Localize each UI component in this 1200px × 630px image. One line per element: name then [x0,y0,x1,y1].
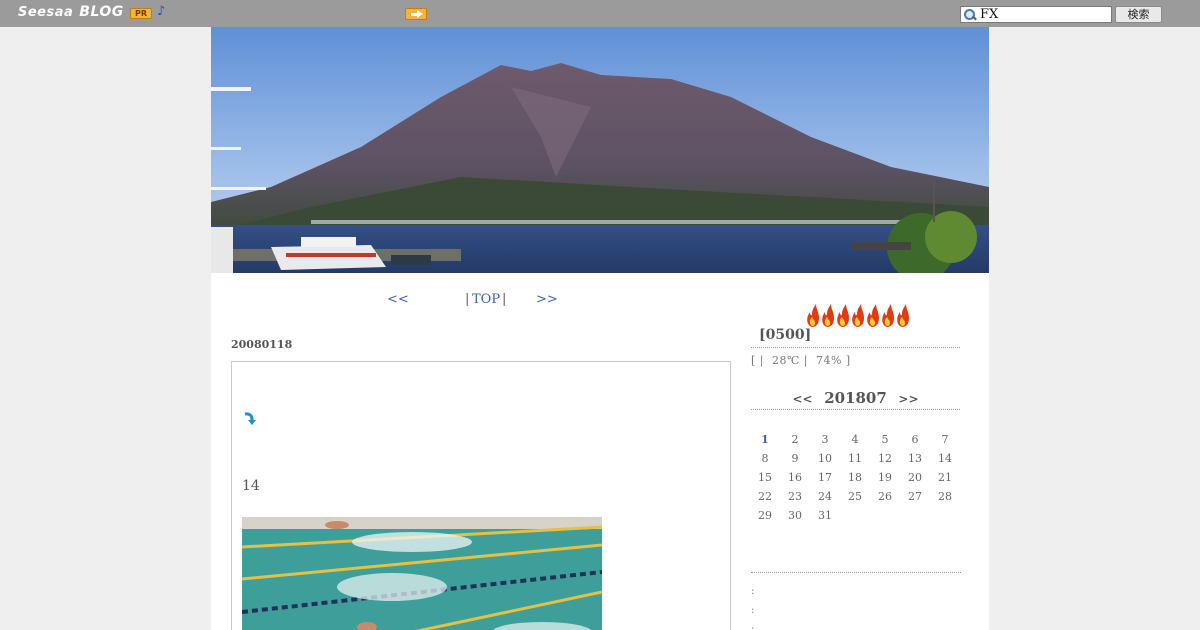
calendar-day: 26 [878,490,892,503]
next-link[interactable]: >> [536,292,558,307]
search-input[interactable] [978,7,1110,22]
logo-sub: BLOG [79,4,124,20]
sidebar-list-item[interactable]: : [751,582,754,601]
calendar-day: 15 [758,471,772,484]
sidebar-list-item[interactable]: : [751,601,754,620]
calendar-grid: 1 2 3 4 5 6 7 8 9 10 11 12 13 14 15 16 1… [750,430,960,525]
calendar-day: 23 [788,490,802,503]
top-link[interactable]: TOP [472,292,500,307]
calendar-week: 22 23 24 25 26 27 28 [750,487,960,506]
calendar-day: 25 [848,490,862,503]
curved-arrow-icon [244,412,256,425]
calendar-day: 18 [848,471,862,484]
calendar-next-link[interactable]: >> [898,392,918,406]
swimming-pool-photo [242,517,602,630]
calendar-day[interactable]: 1 [750,430,780,449]
calendar-day: 19 [878,471,892,484]
calendar-day: 13 [908,452,922,465]
calendar-day: 24 [818,490,832,503]
logo-text: Seesaa [18,5,74,20]
sidebar-list-item[interactable]: : [751,620,754,630]
pr-badge[interactable]: PR [130,8,152,19]
calendar-day: 4 [851,433,859,446]
post-body: 14 [231,361,731,630]
calendar-day: 28 [938,490,952,503]
post-date: 20080118 [231,338,293,351]
calendar-week: 29 30 31 [750,506,960,525]
calendar-day: 3 [821,433,829,446]
post-number: 14 [242,478,260,494]
nav-separator: | [502,292,507,307]
nav-separator: | [465,292,470,307]
divider [751,347,960,348]
calendar-day: 22 [758,490,772,503]
search-button[interactable]: 検索 [1115,6,1162,23]
calendar-header: << 201807 >> [751,388,960,407]
calendar-day: 8 [761,452,769,465]
calendar-day: 9 [791,452,799,465]
volcano-harbor-photo [211,27,989,273]
header-image [211,27,989,273]
calendar-day [900,506,930,525]
seesaa-toolbar: Seesaa BLOG PR ♪ 検索 [0,0,1200,27]
calendar-day [840,506,870,525]
calendar-week: 15 16 17 18 19 20 21 [750,468,960,487]
search-box [960,6,1112,23]
sidebar-list: : : : [751,582,754,630]
post-photo[interactable] [242,517,602,630]
calendar-day: 27 [908,490,922,503]
calendar-day: 31 [818,509,832,522]
calendar-week: 8 9 10 11 12 13 14 [750,449,960,468]
calendar-day: 6 [911,433,919,446]
calendar-day: 30 [788,509,802,522]
content-panel: << | TOP | >> 20080118 14 [0500] [| 28℃… [211,273,989,630]
calendar-week: 1 2 3 4 5 6 7 [750,430,960,449]
entry-nav: << | TOP | >> [387,292,627,310]
access-title: [0500] [759,327,812,343]
calendar-month: 201807 [824,389,887,407]
divider [751,409,960,410]
weather-info: [ | 28℃ | 74% ] [751,354,851,367]
seesaa-blog-logo[interactable]: Seesaa BLOG [18,4,124,20]
calendar-day: 20 [908,471,922,484]
calendar-day: 29 [758,509,772,522]
calendar-day [930,506,960,525]
search-icon [961,7,978,22]
calendar-day: 21 [938,471,952,484]
calendar-day: 11 [848,452,862,465]
music-note-icon[interactable]: ♪ [157,4,165,19]
calendar-day: 16 [788,471,802,484]
divider [751,572,961,573]
access-counter-flames [805,303,911,329]
calendar-day [870,506,900,525]
calendar-day: 17 [818,471,832,484]
calendar-day: 7 [941,433,949,446]
calendar-day: 14 [938,452,952,465]
arrow-right-icon[interactable] [405,8,427,20]
calendar-day: 10 [818,452,832,465]
calendar-day: 2 [791,433,799,446]
calendar-day: 12 [878,452,892,465]
calendar-day: 5 [881,433,889,446]
flame-icon [807,304,909,327]
calendar-prev-link[interactable]: << [793,392,813,406]
prev-link[interactable]: << [387,292,409,307]
